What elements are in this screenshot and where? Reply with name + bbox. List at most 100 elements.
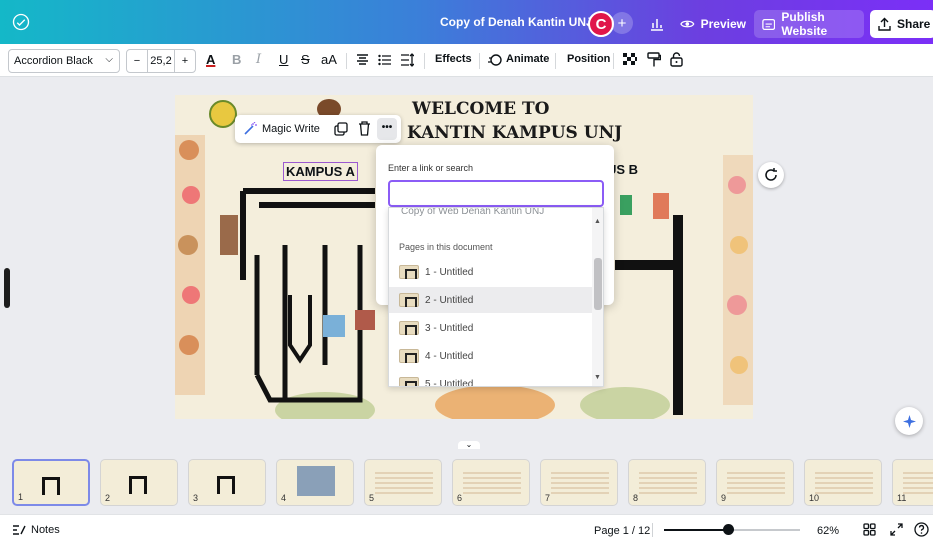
- fullscreen-icon[interactable]: [890, 523, 903, 536]
- collapse-filmstrip-button[interactable]: ⌄: [458, 441, 480, 449]
- magic-write-label: Magic Write: [262, 123, 320, 135]
- zoom-slider-handle[interactable]: [722, 524, 734, 535]
- bullet-list-icon[interactable]: [378, 54, 391, 66]
- share-button[interactable]: Share: [870, 10, 933, 38]
- page-thumbnail: [399, 265, 419, 279]
- slide-thumbnail[interactable]: 6: [452, 459, 530, 506]
- upload-icon: [878, 17, 891, 31]
- slide-number: 6: [457, 493, 463, 503]
- slide-preview: [217, 476, 235, 494]
- page-thumbnail: [399, 377, 419, 386]
- add-collaborator-button[interactable]: +: [611, 12, 633, 34]
- animate-button[interactable]: Animate: [506, 53, 549, 65]
- slide-number: 8: [633, 493, 639, 503]
- slide-thumbnail[interactable]: 3: [188, 459, 266, 506]
- font-family-select[interactable]: Accordion Black ⌵: [8, 49, 120, 73]
- suggestion-item-cut[interactable]: Copy of Web Denah Kantin UNJ: [401, 208, 544, 217]
- increase-font-size-button[interactable]: +: [175, 55, 195, 67]
- slide-thumbnail[interactable]: 11: [892, 459, 933, 506]
- slide-thumbnail[interactable]: 7: [540, 459, 618, 506]
- bold-button[interactable]: B: [232, 52, 241, 67]
- zoom-level[interactable]: 62%: [817, 525, 839, 537]
- duplicate-icon[interactable]: [334, 122, 348, 136]
- slide-preview: [903, 472, 933, 494]
- font-size-value[interactable]: 25,2: [147, 50, 175, 72]
- notes-label: Notes: [31, 524, 60, 536]
- decrease-font-size-button[interactable]: −: [127, 55, 147, 67]
- font-size-stepper[interactable]: − 25,2 +: [126, 49, 196, 73]
- zoom-slider[interactable]: [664, 524, 800, 535]
- share-label: Share: [897, 17, 931, 31]
- editor-toolbar: Accordion Black ⌵ − 25,2 + A B I U S aA …: [0, 44, 933, 77]
- letter-case-button[interactable]: aA: [321, 52, 337, 67]
- italic-button[interactable]: I: [256, 52, 261, 67]
- slide-preview: [297, 466, 335, 496]
- text-color-button[interactable]: A: [206, 52, 215, 67]
- slide-thumbnail[interactable]: 4: [276, 459, 354, 506]
- slide-preview: [42, 477, 60, 495]
- slide-thumbnail[interactable]: 9: [716, 459, 794, 506]
- page-link-label: 3 - Untitled: [425, 322, 474, 334]
- refresh-icon: [765, 168, 777, 181]
- slide-number: 4: [281, 493, 287, 503]
- insights-button[interactable]: [644, 11, 670, 37]
- slide-number: 3: [193, 493, 199, 503]
- slide-preview: [463, 472, 521, 494]
- dropdown-scrollbar[interactable]: ▲ ▼: [592, 208, 603, 386]
- page-link-item[interactable]: 4 - Untitled: [389, 343, 592, 369]
- transparency-icon[interactable]: [623, 53, 637, 67]
- welcome-heading[interactable]: WELCOME TO: [412, 99, 550, 119]
- toolbar-divider: [346, 53, 347, 69]
- page-filmstrip: 1 2 3 4 5 6 7 8 9 10 11: [0, 452, 933, 514]
- page-link-label: 1 - Untitled: [425, 266, 474, 278]
- link-search-input[interactable]: [388, 180, 604, 207]
- grid-view-icon[interactable]: [863, 523, 876, 536]
- preview-button[interactable]: Preview: [674, 11, 746, 37]
- side-panel-handle[interactable]: [4, 268, 10, 308]
- sparkle-icon: [902, 414, 916, 428]
- chevron-down-icon: ⌵: [105, 54, 113, 65]
- cloud-saved-icon[interactable]: [12, 13, 30, 31]
- lock-icon[interactable]: [670, 52, 683, 67]
- publish-website-button[interactable]: Publish Website: [754, 10, 864, 38]
- help-icon[interactable]: [914, 522, 929, 537]
- slide-preview: [639, 472, 697, 494]
- magic-assistant-button[interactable]: [895, 407, 923, 435]
- notes-button[interactable]: Notes: [12, 524, 60, 536]
- position-button[interactable]: Position: [567, 53, 610, 65]
- slide-thumbnail[interactable]: 2: [100, 459, 178, 506]
- zoom-slider-fill: [664, 529, 728, 531]
- paint-roller-icon[interactable]: [647, 52, 661, 68]
- strikethrough-button[interactable]: S: [301, 52, 310, 67]
- top-bar: Copy of Denah Kantin UNJ C + Preview Pub…: [0, 0, 933, 44]
- slide-thumbnail[interactable]: 5: [364, 459, 442, 506]
- status-divider: [652, 523, 653, 537]
- page-indicator[interactable]: Page 1 / 12: [594, 525, 650, 537]
- scrollbar-thumb[interactable]: [594, 258, 602, 310]
- page-link-item[interactable]: 2 - Untitled: [389, 287, 592, 313]
- slide-preview: [551, 472, 609, 494]
- kampus-a-label[interactable]: KAMPUS A: [283, 162, 358, 181]
- scroll-up-icon[interactable]: ▲: [594, 218, 601, 225]
- document-title[interactable]: Copy of Denah Kantin UNJ: [440, 15, 593, 29]
- scroll-down-icon[interactable]: ▼: [594, 374, 601, 381]
- slide-number: 1: [18, 492, 24, 502]
- effects-button[interactable]: Effects: [435, 53, 472, 65]
- align-center-icon[interactable]: [356, 54, 369, 66]
- page-link-item[interactable]: 1 - Untitled: [389, 259, 592, 285]
- slide-preview: [375, 472, 433, 494]
- page-link-item[interactable]: 5 - Untitled: [389, 371, 592, 386]
- slide-thumbnail[interactable]: 10: [804, 459, 882, 506]
- regenerate-button[interactable]: [758, 162, 784, 188]
- preview-label: Preview: [700, 17, 746, 31]
- welcome-subheading[interactable]: H KANTIN KAMPUS UNJ: [385, 123, 622, 143]
- magic-write-button[interactable]: Magic Write: [235, 122, 320, 136]
- slide-thumbnail[interactable]: 1: [12, 459, 90, 506]
- unj-logo: [209, 100, 237, 128]
- page-link-item[interactable]: 3 - Untitled: [389, 315, 592, 341]
- more-options-button[interactable]: •••: [377, 118, 397, 140]
- underline-button[interactable]: U: [279, 52, 288, 67]
- trash-icon[interactable]: [358, 121, 371, 136]
- line-spacing-icon[interactable]: [400, 53, 414, 67]
- slide-thumbnail[interactable]: 8: [628, 459, 706, 506]
